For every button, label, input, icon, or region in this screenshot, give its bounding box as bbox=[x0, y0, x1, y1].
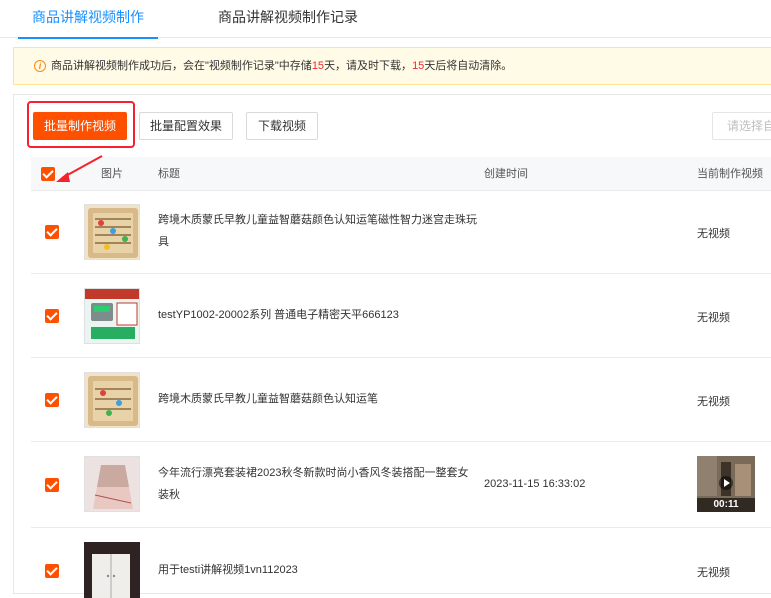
notice-banner: i 商品讲解视频制作成功后，会在"视频制作记录"中存储15天，请及时下载，15天… bbox=[13, 47, 771, 85]
table-row: 跨境木质蒙氏早教儿童益智蘑菇颜色认知运笔 无视频 bbox=[31, 358, 771, 442]
tab-bar: 商品讲解视频制作 商品讲解视频制作记录 bbox=[0, 0, 771, 39]
video-status: 无视频 bbox=[697, 567, 730, 579]
table-row: 今年流行漂亮套装裙2023秋冬新款时尚小香风冬装搭配一整套女装秋 2023-11… bbox=[31, 442, 771, 528]
notice-text: 商品讲解视频制作成功后，会在"视频制作记录"中存储15天，请及时下载，15天后将… bbox=[51, 60, 513, 72]
play-icon[interactable] bbox=[719, 476, 733, 490]
row-checkbox[interactable] bbox=[45, 393, 59, 407]
batch-config-button[interactable]: 批量配置效果 bbox=[139, 112, 233, 140]
table-row: 用于testi讲解视频1vn112023 无视频 bbox=[31, 528, 771, 598]
download-video-button[interactable]: 下载视频 bbox=[246, 112, 318, 140]
product-thumbnail bbox=[84, 288, 140, 344]
batch-make-video-button[interactable]: 批量制作视频 bbox=[33, 112, 127, 140]
video-status: 无视频 bbox=[697, 312, 730, 324]
created-time: 2023-11-15 16:33:02 bbox=[484, 478, 586, 490]
header-title: 标题 bbox=[158, 168, 180, 180]
video-thumbnail[interactable]: 00:11 bbox=[697, 456, 755, 512]
product-title: 跨境木质蒙氏早教儿童益智蘑菇颜色认知运笔磁性智力迷宫走珠玩具 bbox=[158, 214, 477, 248]
table-row: 跨境木质蒙氏早教儿童益智蘑菇颜色认知运笔磁性智力迷宫走珠玩具 无视频 bbox=[31, 191, 771, 274]
product-title: 用于testi讲解视频1vn112023 bbox=[158, 564, 298, 576]
select-dropdown[interactable]: 请选择自 bbox=[712, 112, 771, 140]
arrow-annotation bbox=[56, 155, 103, 182]
row-checkbox[interactable] bbox=[45, 478, 59, 492]
product-title: 跨境木质蒙氏早教儿童益智蘑菇颜色认知运笔 bbox=[158, 393, 378, 405]
video-status: 无视频 bbox=[697, 396, 730, 408]
row-checkbox[interactable] bbox=[45, 564, 59, 578]
product-title: testYP1002-20002系列 普通电子精密天平666123 bbox=[158, 309, 399, 321]
header-created: 创建时间 bbox=[484, 168, 528, 180]
table-row: testYP1002-20002系列 普通电子精密天平666123 无视频 bbox=[31, 274, 771, 358]
header-current-video: 当前制作视频 bbox=[697, 168, 763, 180]
product-thumbnail bbox=[84, 372, 140, 428]
tab-video-production-records[interactable]: 商品讲解视频制作记录 bbox=[218, 0, 358, 38]
video-duration: 00:11 bbox=[697, 498, 755, 512]
product-thumbnail bbox=[84, 542, 140, 598]
table-header: 图片 标题 创建时间 当前制作视频 bbox=[31, 157, 771, 191]
product-thumbnail bbox=[84, 456, 140, 512]
video-status: 无视频 bbox=[697, 228, 730, 240]
product-thumbnail bbox=[84, 204, 140, 260]
tab-video-production[interactable]: 商品讲解视频制作 bbox=[18, 0, 158, 39]
row-checkbox[interactable] bbox=[45, 225, 59, 239]
product-title: 今年流行漂亮套装裙2023秋冬新款时尚小香风冬装搭配一整套女装秋 bbox=[158, 467, 469, 501]
row-checkbox[interactable] bbox=[45, 309, 59, 323]
info-icon: i bbox=[34, 60, 46, 72]
